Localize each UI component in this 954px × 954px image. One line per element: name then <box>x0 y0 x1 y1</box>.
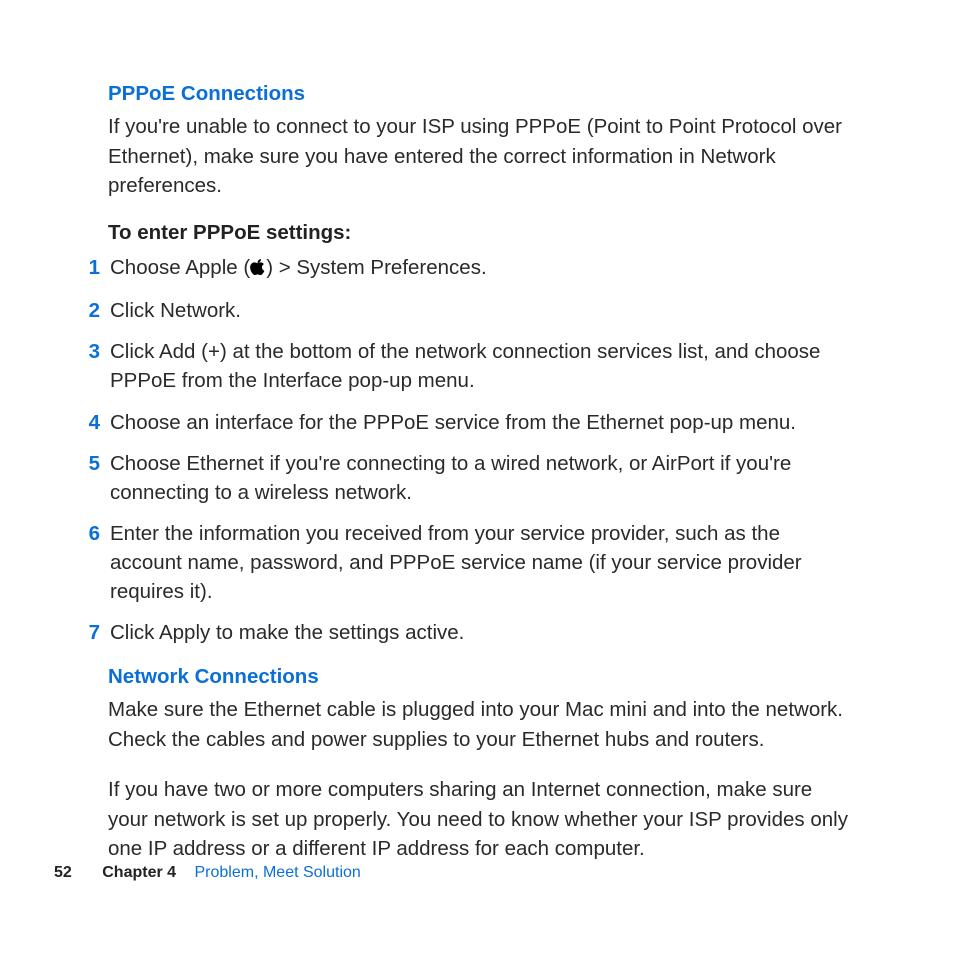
step-number: 6 <box>80 519 100 548</box>
step-text: Click Apply to make the settings active. <box>110 618 854 647</box>
paragraph-net-1: Make sure the Ethernet cable is plugged … <box>108 695 854 754</box>
chapter-title: Problem, Meet Solution <box>195 864 361 881</box>
steps-list: 1 Choose Apple () > System Preferences. … <box>108 253 854 647</box>
step-number: 2 <box>80 296 100 325</box>
apple-logo-icon <box>250 255 266 284</box>
step-number: 7 <box>80 618 100 647</box>
step-1-post: ) > System Preferences. <box>266 256 486 279</box>
step-text: Enter the information you received from … <box>110 519 854 606</box>
step-6: 6 Enter the information you received fro… <box>108 519 854 606</box>
step-3: 3 Click Add (+) at the bottom of the net… <box>108 337 854 395</box>
page-footer: 52 Chapter 4 Problem, Meet Solution <box>54 864 361 882</box>
step-number: 5 <box>80 449 100 478</box>
paragraph-pppoe-intro: If you're unable to connect to your ISP … <box>108 112 854 201</box>
step-4: 4 Choose an interface for the PPPoE serv… <box>108 408 854 437</box>
step-7: 7 Click Apply to make the settings activ… <box>108 618 854 647</box>
step-1: 1 Choose Apple () > System Preferences. <box>108 253 854 284</box>
chapter-label: Chapter 4 <box>102 864 176 881</box>
step-number: 1 <box>80 253 100 282</box>
step-5: 5 Choose Ethernet if you're connecting t… <box>108 449 854 507</box>
step-text: Choose Ethernet if you're connecting to … <box>110 449 854 507</box>
subheading-enter-pppoe: To enter PPPoE settings: <box>108 221 854 245</box>
step-text: Click Network. <box>110 296 854 325</box>
heading-network-connections: Network Connections <box>108 665 854 689</box>
section-pppoe: PPPoE Connections If you're unable to co… <box>108 82 854 647</box>
step-1-pre: Choose Apple ( <box>110 256 250 279</box>
step-text: Choose Apple ( ) > System Preferences. <box>110 253 854 284</box>
step-text: Choose an interface for the PPPoE servic… <box>110 408 854 437</box>
page-number: 52 <box>54 864 72 881</box>
step-number: 3 <box>80 337 100 366</box>
paragraph-net-2: If you have two or more computers sharin… <box>108 775 854 864</box>
heading-pppoe-connections: PPPoE Connections <box>108 82 854 106</box>
step-2: 2 Click Network. <box>108 296 854 325</box>
page: PPPoE Connections If you're unable to co… <box>0 0 954 954</box>
step-number: 4 <box>80 408 100 437</box>
section-network-connections: Network Connections Make sure the Ethern… <box>108 665 854 864</box>
step-text: Click Add (+) at the bottom of the netwo… <box>110 337 854 395</box>
